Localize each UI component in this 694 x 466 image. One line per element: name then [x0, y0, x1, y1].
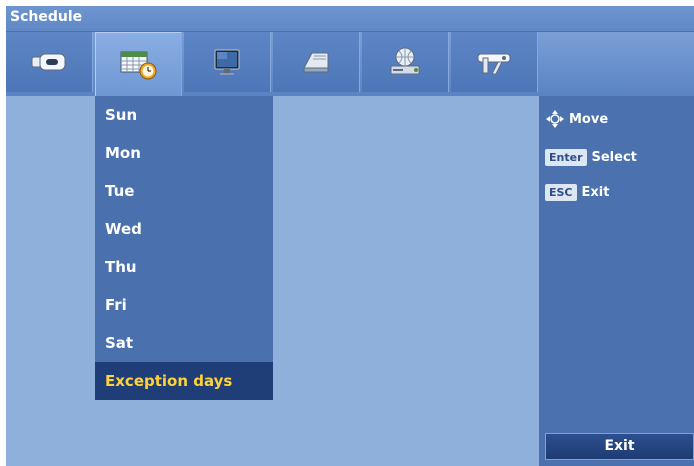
title-bar: Schedule [6, 6, 694, 32]
esc-key-badge: ESC [545, 183, 577, 201]
network-icon [390, 47, 420, 75]
help-panel: Move Enter Select ESC Exit Exit [539, 96, 694, 466]
schedule-screen: Schedule Sun Mon Tue Wed Thu Fri Sat Exc… [6, 6, 694, 466]
hint-exit: ESC Exit [545, 182, 609, 202]
storage-icon [303, 52, 329, 73]
menu-item-fri[interactable]: Fri [95, 286, 273, 324]
arrows-icon [546, 110, 564, 128]
menu-item-sun[interactable]: Sun [95, 96, 273, 134]
hint-select-label: Select [591, 149, 637, 165]
tab-bar [6, 32, 694, 96]
menu-item-tue[interactable]: Tue [95, 172, 273, 210]
tab-storage[interactable] [273, 32, 360, 92]
menu-item-exception-days[interactable]: Exception days [95, 362, 273, 400]
menu-item-wed[interactable]: Wed [95, 210, 273, 248]
day-menu: Sun Mon Tue Wed Thu Fri Sat Exception da… [95, 96, 273, 400]
tab-system[interactable] [451, 32, 538, 92]
tab-network[interactable] [362, 32, 449, 92]
tab-camera[interactable] [6, 32, 93, 92]
hint-select: Enter Select [545, 147, 637, 167]
hint-move: Move [545, 109, 608, 129]
exit-button[interactable]: Exit [545, 433, 694, 460]
window-title: Schedule [10, 9, 83, 25]
monitor-icon [214, 49, 240, 75]
menu-item-thu[interactable]: Thu [95, 248, 273, 286]
hint-move-label: Move [569, 111, 609, 127]
tab-display[interactable] [184, 32, 271, 92]
enter-key-badge: Enter [545, 148, 587, 166]
menu-item-mon[interactable]: Mon [95, 134, 273, 172]
tab-schedule[interactable] [95, 32, 182, 96]
tools-icon [477, 53, 511, 75]
hint-exit-label: Exit [581, 184, 610, 200]
camera-icon [31, 53, 66, 71]
schedule-calendar-icon [120, 51, 156, 79]
menu-item-sat[interactable]: Sat [95, 324, 273, 362]
